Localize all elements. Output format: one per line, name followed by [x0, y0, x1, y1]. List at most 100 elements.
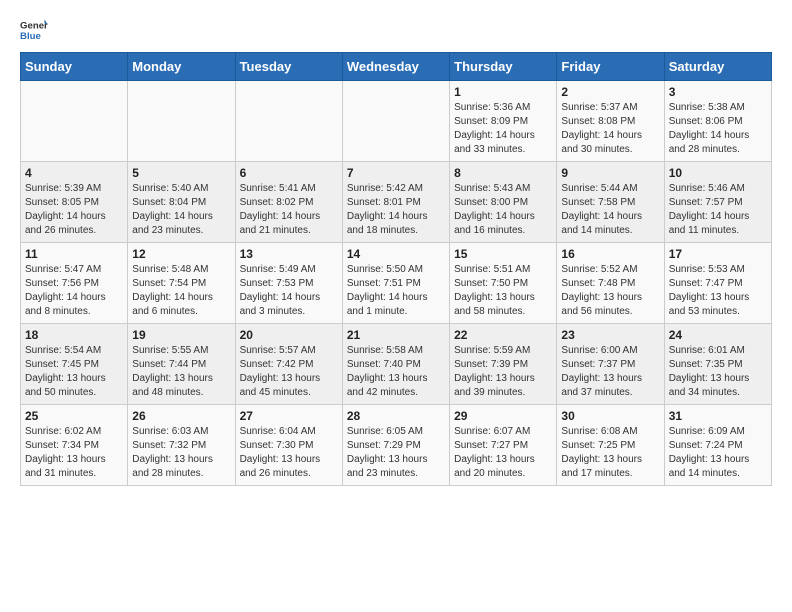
day-info: Sunrise: 5:41 AM Sunset: 8:02 PM Dayligh…	[240, 182, 338, 238]
calendar-cell: 31Sunrise: 6:09 AM Sunset: 7:24 PM Dayli…	[664, 405, 771, 486]
day-number: 22	[454, 328, 552, 342]
day-number: 1	[454, 85, 552, 99]
day-info: Sunrise: 6:00 AM Sunset: 7:37 PM Dayligh…	[561, 344, 659, 400]
day-number: 16	[561, 247, 659, 261]
day-info: Sunrise: 5:58 AM Sunset: 7:40 PM Dayligh…	[347, 344, 445, 400]
calendar-cell: 21 Sunrise: 5:58 AM Sunset: 7:40 PM Dayli…	[342, 324, 449, 405]
day-info: Sunrise: 5:52 AM Sunset: 7:48 PM Dayligh…	[561, 263, 659, 319]
calendar-cell: 19 Sunrise: 5:55 AM Sunset: 7:44 PM Dayli…	[128, 324, 235, 405]
day-number: 28	[347, 409, 445, 423]
day-number: 15	[454, 247, 552, 261]
calendar-cell: 7 Sunrise: 5:42 AM Sunset: 8:01 PM Daylig…	[342, 162, 449, 243]
day-info: Sunrise: 5:57 AM Sunset: 7:42 PM Dayligh…	[240, 344, 338, 400]
day-info: Sunrise: 6:03 AM Sunset: 7:32 PM Dayligh…	[132, 425, 230, 481]
calendar-cell	[128, 81, 235, 162]
day-number: 31	[669, 409, 767, 423]
day-info: Sunrise: 6:07 AM Sunset: 7:27 PM Dayligh…	[454, 425, 552, 481]
day-number: 2	[561, 85, 659, 99]
calendar-cell: 22 Sunrise: 5:59 AM Sunset: 7:39 PM Dayli…	[450, 324, 557, 405]
day-number: 6	[240, 166, 338, 180]
day-of-week-header: Friday	[557, 53, 664, 81]
day-number: 29	[454, 409, 552, 423]
day-of-week-header: Saturday	[664, 53, 771, 81]
calendar-cell: 15 Sunrise: 5:51 AM Sunset: 7:50 PM Dayli…	[450, 243, 557, 324]
calendar-cell: 13 Sunrise: 5:49 AM Sunset: 7:53 PM Dayli…	[235, 243, 342, 324]
day-info: Sunrise: 5:59 AM Sunset: 7:39 PM Dayligh…	[454, 344, 552, 400]
day-number: 13	[240, 247, 338, 261]
calendar-cell: 1 Sunrise: 5:36 AM Sunset: 8:09 PM Daylig…	[450, 81, 557, 162]
day-number: 25	[25, 409, 123, 423]
day-info: Sunrise: 5:47 AM Sunset: 7:56 PM Dayligh…	[25, 263, 123, 319]
calendar-week-row: 11 Sunrise: 5:47 AM Sunset: 7:56 PM Dayli…	[21, 243, 772, 324]
day-of-week-header: Wednesday	[342, 53, 449, 81]
day-info: Sunrise: 5:53 AM Sunset: 7:47 PM Dayligh…	[669, 263, 767, 319]
days-header-row: SundayMondayTuesdayWednesdayThursdayFrid…	[21, 53, 772, 81]
calendar-cell: 3 Sunrise: 5:38 AM Sunset: 8:06 PM Daylig…	[664, 81, 771, 162]
calendar-table: SundayMondayTuesdayWednesdayThursdayFrid…	[20, 52, 772, 486]
calendar-cell: 4 Sunrise: 5:39 AM Sunset: 8:05 PM Daylig…	[21, 162, 128, 243]
day-of-week-header: Tuesday	[235, 53, 342, 81]
day-info: Sunrise: 5:43 AM Sunset: 8:00 PM Dayligh…	[454, 182, 552, 238]
day-number: 7	[347, 166, 445, 180]
calendar-cell: 30Sunrise: 6:08 AM Sunset: 7:25 PM Dayli…	[557, 405, 664, 486]
day-info: Sunrise: 5:40 AM Sunset: 8:04 PM Dayligh…	[132, 182, 230, 238]
calendar-cell: 11 Sunrise: 5:47 AM Sunset: 7:56 PM Dayli…	[21, 243, 128, 324]
calendar-cell: 18Sunrise: 5:54 AM Sunset: 7:45 PM Dayli…	[21, 324, 128, 405]
calendar-cell: 27 Sunrise: 6:04 AM Sunset: 7:30 PM Dayli…	[235, 405, 342, 486]
day-number: 27	[240, 409, 338, 423]
day-number: 8	[454, 166, 552, 180]
day-info: Sunrise: 5:50 AM Sunset: 7:51 PM Dayligh…	[347, 263, 445, 319]
calendar-cell: 8 Sunrise: 5:43 AM Sunset: 8:00 PM Daylig…	[450, 162, 557, 243]
calendar-cell: 25 Sunrise: 6:02 AM Sunset: 7:34 PM Dayli…	[21, 405, 128, 486]
calendar-cell: 6 Sunrise: 5:41 AM Sunset: 8:02 PM Daylig…	[235, 162, 342, 243]
calendar-cell: 23Sunrise: 6:00 AM Sunset: 7:37 PM Dayli…	[557, 324, 664, 405]
day-number: 4	[25, 166, 123, 180]
day-number: 3	[669, 85, 767, 99]
logo-icon: General Blue	[20, 16, 48, 44]
day-info: Sunrise: 5:44 AM Sunset: 7:58 PM Dayligh…	[561, 182, 659, 238]
day-info: Sunrise: 5:39 AM Sunset: 8:05 PM Dayligh…	[25, 182, 123, 238]
calendar-cell: 9 Sunrise: 5:44 AM Sunset: 7:58 PM Daylig…	[557, 162, 664, 243]
day-info: Sunrise: 5:46 AM Sunset: 7:57 PM Dayligh…	[669, 182, 767, 238]
day-info: Sunrise: 5:51 AM Sunset: 7:50 PM Dayligh…	[454, 263, 552, 319]
calendar-cell: 10 Sunrise: 5:46 AM Sunset: 7:57 PM Dayli…	[664, 162, 771, 243]
day-info: Sunrise: 6:04 AM Sunset: 7:30 PM Dayligh…	[240, 425, 338, 481]
day-info: Sunrise: 5:49 AM Sunset: 7:53 PM Dayligh…	[240, 263, 338, 319]
calendar-week-row: 25 Sunrise: 6:02 AM Sunset: 7:34 PM Dayli…	[21, 405, 772, 486]
day-info: Sunrise: 5:55 AM Sunset: 7:44 PM Dayligh…	[132, 344, 230, 400]
day-info: Sunrise: 5:42 AM Sunset: 8:01 PM Dayligh…	[347, 182, 445, 238]
svg-text:General: General	[20, 20, 48, 31]
day-number: 11	[25, 247, 123, 261]
day-of-week-header: Sunday	[21, 53, 128, 81]
day-info: Sunrise: 5:36 AM Sunset: 8:09 PM Dayligh…	[454, 101, 552, 157]
day-number: 9	[561, 166, 659, 180]
day-number: 5	[132, 166, 230, 180]
calendar-cell: 5 Sunrise: 5:40 AM Sunset: 8:04 PM Daylig…	[128, 162, 235, 243]
day-number: 20	[240, 328, 338, 342]
calendar-cell: 2Sunrise: 5:37 AM Sunset: 8:08 PM Daylig…	[557, 81, 664, 162]
day-info: Sunrise: 5:38 AM Sunset: 8:06 PM Dayligh…	[669, 101, 767, 157]
day-of-week-header: Monday	[128, 53, 235, 81]
calendar-cell: 20 Sunrise: 5:57 AM Sunset: 7:42 PM Dayli…	[235, 324, 342, 405]
day-number: 19	[132, 328, 230, 342]
day-number: 18	[25, 328, 123, 342]
day-info: Sunrise: 6:01 AM Sunset: 7:35 PM Dayligh…	[669, 344, 767, 400]
day-number: 21	[347, 328, 445, 342]
day-number: 17	[669, 247, 767, 261]
calendar-cell: 24 Sunrise: 6:01 AM Sunset: 7:35 PM Dayli…	[664, 324, 771, 405]
calendar-cell: 14Sunrise: 5:50 AM Sunset: 7:51 PM Dayli…	[342, 243, 449, 324]
calendar-cell	[235, 81, 342, 162]
day-info: Sunrise: 6:02 AM Sunset: 7:34 PM Dayligh…	[25, 425, 123, 481]
calendar-week-row: 18Sunrise: 5:54 AM Sunset: 7:45 PM Dayli…	[21, 324, 772, 405]
svg-text:Blue: Blue	[20, 31, 41, 42]
header: General Blue	[20, 16, 772, 44]
calendar-cell: 17 Sunrise: 5:53 AM Sunset: 7:47 PM Dayli…	[664, 243, 771, 324]
day-number: 26	[132, 409, 230, 423]
day-number: 24	[669, 328, 767, 342]
calendar-cell: 28Sunrise: 6:05 AM Sunset: 7:29 PM Dayli…	[342, 405, 449, 486]
calendar-cell: 29 Sunrise: 6:07 AM Sunset: 7:27 PM Dayli…	[450, 405, 557, 486]
day-number: 10	[669, 166, 767, 180]
calendar-cell	[342, 81, 449, 162]
day-info: Sunrise: 5:48 AM Sunset: 7:54 PM Dayligh…	[132, 263, 230, 319]
calendar-cell: 12Sunrise: 5:48 AM Sunset: 7:54 PM Dayli…	[128, 243, 235, 324]
